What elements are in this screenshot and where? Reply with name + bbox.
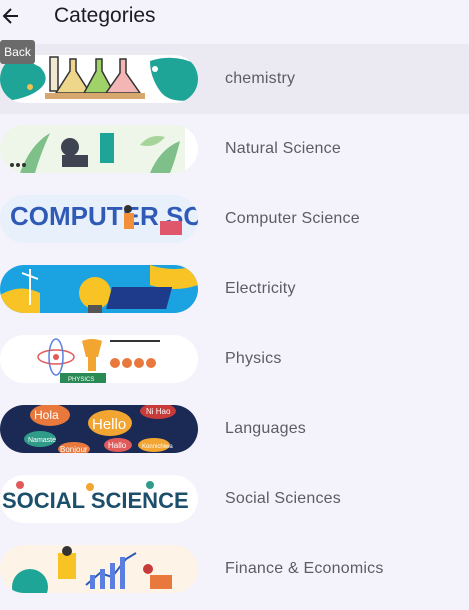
category-item-natural-science[interactable]: Natural Science — [0, 114, 469, 184]
banner-word: Konnichiwa — [142, 444, 173, 450]
banner-word: Bonjour — [60, 445, 88, 453]
category-list: chemistry Natural Science COMPUTER SC Co… — [0, 44, 469, 604]
banner-word: Namaste — [28, 437, 56, 444]
category-item-physics[interactable]: PHYSICS Physics — [0, 324, 469, 394]
social-sciences-banner-image: SOCIAL SCIENCE — [0, 475, 198, 523]
natural-science-banner-image — [0, 125, 198, 173]
category-label: Electricity — [225, 280, 296, 297]
arrow-left-icon — [2, 8, 18, 24]
computer-science-banner-image: COMPUTER SCIENCE — [0, 195, 198, 243]
app-bar: Categories — [0, 0, 469, 44]
banner-word: Hola — [34, 408, 59, 422]
category-label: Physics — [225, 350, 282, 367]
finance-economics-banner-image — [0, 545, 198, 593]
category-label: Social Sciences — [225, 490, 341, 507]
back-tooltip: Back — [0, 40, 35, 64]
banner-word: Ni Hao — [146, 407, 171, 416]
category-label: Natural Science — [225, 140, 341, 157]
category-item-chemistry[interactable]: chemistry — [0, 44, 469, 114]
languages-banner-image: Hola Hello Ni Hao Namaste Hallo Bonjour … — [0, 405, 198, 453]
category-item-computer-science[interactable]: COMPUTER SCIENCE Computer Science — [0, 184, 469, 254]
category-label: Languages — [225, 420, 306, 437]
category-label: chemistry — [225, 70, 296, 87]
category-item-languages[interactable]: Hola Hello Ni Hao Namaste Hallo Bonjour … — [0, 394, 469, 464]
category-label: Finance & Economics — [225, 560, 384, 577]
electricity-banner-image — [0, 265, 198, 313]
category-item-social-sciences[interactable]: SOCIAL SCIENCE Social Sciences — [0, 464, 469, 534]
category-item-finance-economics[interactable]: Finance & Economics — [0, 534, 469, 604]
banner-text: SOCIAL SCIENCE — [2, 488, 189, 513]
physics-banner-image: PHYSICS — [0, 335, 198, 383]
back-button[interactable] — [0, 4, 22, 28]
banner-word: Hello — [92, 416, 126, 433]
category-label: Computer Science — [225, 210, 360, 227]
page-title: Categories — [54, 4, 156, 27]
category-item-electricity[interactable]: Electricity — [0, 254, 469, 324]
banner-text: PHYSICS — [68, 377, 94, 383]
banner-word: Hallo — [108, 441, 127, 450]
